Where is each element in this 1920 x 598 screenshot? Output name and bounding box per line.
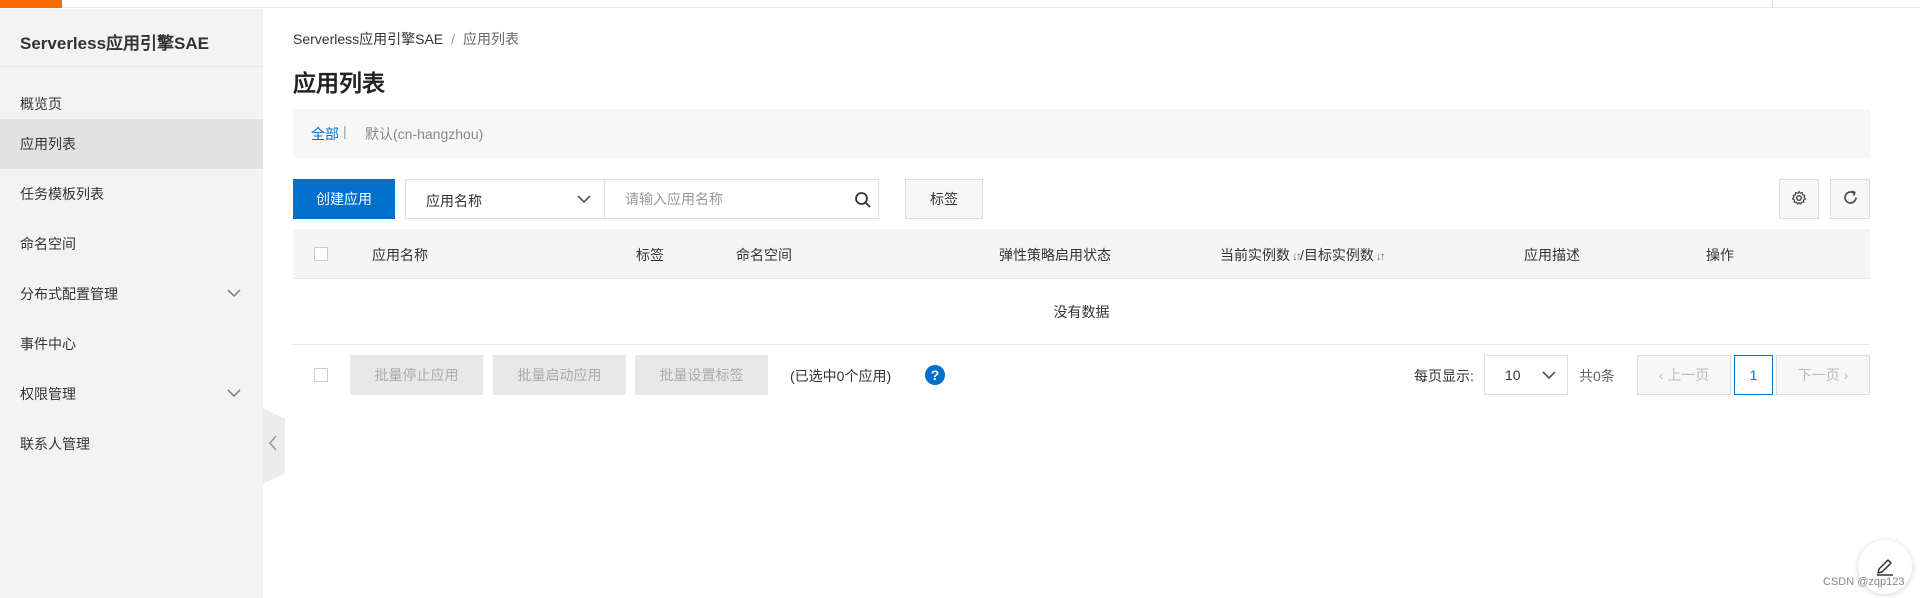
sort-icon[interactable]: ↓↑ xyxy=(1376,249,1386,263)
region-default-link[interactable]: 默认(cn-hangzhou) xyxy=(365,124,483,144)
sidebar-title: Serverless应用引擎SAE xyxy=(20,34,209,53)
column-header-target-instances[interactable]: /目标实例数 xyxy=(1300,247,1374,263)
sidebar-item-label: 事件中心 xyxy=(20,336,76,352)
total-count: 共0条 xyxy=(1579,368,1615,384)
per-page-value: 10 xyxy=(1505,367,1521,383)
page-title: 应用列表 xyxy=(293,70,385,96)
sidebar-item-label: 权限管理 xyxy=(20,386,76,402)
footer-select-all-checkbox[interactable] xyxy=(314,368,328,382)
sidebar-item-app-list[interactable]: 应用列表 xyxy=(0,119,263,169)
brand-accent xyxy=(0,0,62,8)
search-field-select[interactable]: 应用名称 xyxy=(405,179,605,219)
create-app-button[interactable]: 创建应用 xyxy=(293,179,395,219)
search-field-value: 应用名称 xyxy=(426,193,482,209)
refresh-button[interactable] xyxy=(1830,179,1870,219)
top-bar-separator xyxy=(1772,0,1773,8)
sidebar-item-label: 命名空间 xyxy=(20,236,76,252)
sidebar-item-label: 概览页 xyxy=(20,96,62,112)
prev-page-button[interactable]: ‹ 上一页 xyxy=(1637,355,1731,395)
breadcrumb: Serverless应用引擎SAE / 应用列表 xyxy=(293,29,519,49)
settings-button[interactable] xyxy=(1779,179,1819,219)
batch-stop-button[interactable]: 批量停止应用 xyxy=(350,355,483,395)
next-page-button[interactable]: 下一页 › xyxy=(1776,355,1870,395)
table-header: 应用名称 标签 命名空间 弹性策略启用状态 当前实例数 ↓↑/目标实例数 ↓↑ 应用… xyxy=(293,229,1870,279)
chevron-down-icon xyxy=(227,269,241,319)
column-header-namespace: 命名空间 xyxy=(736,247,792,263)
top-bar xyxy=(0,0,1920,8)
sidebar-item-distributed-config[interactable]: 分布式配置管理 xyxy=(0,269,263,319)
region-all-link[interactable]: 全部 xyxy=(311,124,339,144)
refresh-icon xyxy=(1842,189,1859,209)
chevron-down-icon xyxy=(1541,365,1557,389)
column-header-description: 应用描述 xyxy=(1524,247,1580,263)
prev-page-label: 上一页 xyxy=(1667,367,1710,383)
column-header-app-name: 应用名称 xyxy=(372,247,428,263)
page-number-current[interactable]: 1 xyxy=(1734,355,1773,395)
search-input[interactable] xyxy=(605,180,845,218)
column-header-tags: 标签 xyxy=(636,247,664,263)
sidebar-item-label: 任务模板列表 xyxy=(20,186,104,202)
column-header-actions: 操作 xyxy=(1706,247,1734,263)
chevron-down-icon xyxy=(227,369,241,419)
sidebar: Serverless应用引擎SAE 概览页 应用列表 任务模板列表 命名空间 分… xyxy=(0,9,263,598)
sidebar-item-label: 应用列表 xyxy=(20,136,76,152)
empty-table-message: 没有数据 xyxy=(293,279,1870,345)
search-box xyxy=(604,179,879,219)
chevron-left-icon: ‹ xyxy=(1658,367,1664,383)
help-icon[interactable]: ? xyxy=(925,365,945,385)
batch-start-button[interactable]: 批量启动应用 xyxy=(493,355,626,395)
column-header-instances: 当前实例数 ↓↑/目标实例数 ↓↑ xyxy=(1220,245,1386,265)
main-content: Serverless应用引擎SAE / 应用列表 应用列表 全部 | 默认(cn-h… xyxy=(263,9,1920,598)
selected-count: (已选中0个应用) xyxy=(790,368,892,384)
sort-icon[interactable]: ↓↑ xyxy=(1292,249,1302,263)
table-footer: 批量停止应用 批量启动应用 批量设置标签 (已选中0个应用) ? 每页显示: 1… xyxy=(293,355,1870,395)
next-page-label: 下一页 xyxy=(1797,367,1840,383)
sidebar-item-contacts[interactable]: 联系人管理 xyxy=(0,419,263,469)
sidebar-item-namespaces[interactable]: 命名空间 xyxy=(0,219,263,269)
select-all-checkbox[interactable] xyxy=(314,247,328,261)
column-header-scaling-status: 弹性策略启用状态 xyxy=(999,247,1111,263)
breadcrumb-separator: / xyxy=(451,31,456,47)
watermark: CSDN @zqp123 xyxy=(1823,576,1905,588)
sidebar-item-job-templates[interactable]: 任务模板列表 xyxy=(0,169,263,219)
column-header-current-instances[interactable]: 当前实例数 xyxy=(1220,247,1290,263)
batch-tag-button[interactable]: 批量设置标签 xyxy=(635,355,768,395)
breadcrumb-root[interactable]: Serverless应用引擎SAE xyxy=(293,31,443,47)
sidebar-item-label: 联系人管理 xyxy=(20,436,90,452)
search-icon[interactable] xyxy=(854,191,872,209)
sidebar-item-label: 分布式配置管理 xyxy=(20,286,118,302)
sidebar-item-permissions[interactable]: 权限管理 xyxy=(0,369,263,419)
per-page-label: 每页显示: xyxy=(1414,368,1474,384)
sidebar-divider xyxy=(0,66,263,67)
tag-filter-button[interactable]: 标签 xyxy=(905,179,983,219)
region-filter-bar: 全部 | 默认(cn-hangzhou) xyxy=(293,109,1870,158)
region-separator: | xyxy=(343,123,347,139)
per-page-select[interactable]: 10 xyxy=(1484,355,1568,395)
chevron-down-icon xyxy=(576,189,592,213)
sidebar-item-event-center[interactable]: 事件中心 xyxy=(0,319,263,369)
chevron-right-icon: › xyxy=(1843,367,1849,383)
breadcrumb-current: 应用列表 xyxy=(463,31,520,47)
gear-icon xyxy=(1791,190,1807,209)
